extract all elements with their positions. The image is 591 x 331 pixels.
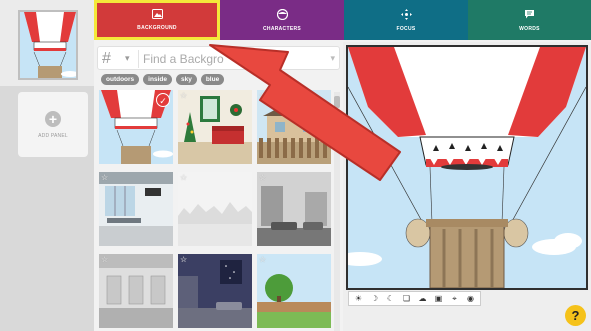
background-white-city[interactable]: ☆: [178, 172, 252, 246]
crosshair-icon[interactable]: ⌖: [447, 293, 462, 305]
background-tree-fence[interactable]: ☆: [257, 254, 331, 328]
tab-background[interactable]: BACKGROUND: [94, 0, 220, 40]
add-panel-label: ADD PANEL: [38, 132, 68, 139]
star-icon[interactable]: ☆: [101, 173, 108, 182]
search-input[interactable]: [143, 49, 323, 69]
preview-toolbar: ☀ ☽ ☾ ❏ ☁ ▣ ⌖ ◉: [348, 291, 481, 306]
background-hallway[interactable]: ☆: [99, 254, 173, 328]
background-grid: ✓ ☆ ☆ ☆ ☆ ☆ ☆ ☆ ☆: [99, 90, 333, 331]
star-icon[interactable]: ☆: [180, 173, 187, 182]
hashtag-icon[interactable]: #: [102, 50, 111, 68]
image-icon: [151, 9, 163, 23]
background-christmas-room[interactable]: ☆: [178, 90, 252, 164]
tab-words-label: WORDS: [519, 25, 540, 32]
background-gray-street[interactable]: ☆: [257, 172, 331, 246]
panel-preview[interactable]: [346, 45, 588, 290]
search-bar: # ▾ ▾: [97, 46, 340, 70]
star-icon[interactable]: ☆: [259, 91, 266, 100]
add-panel-button[interactable]: + ADD PANEL: [18, 92, 88, 157]
plus-icon: +: [45, 110, 61, 127]
tab-words[interactable]: WORDS: [468, 0, 591, 40]
background-night-city[interactable]: ☆: [178, 254, 252, 328]
tag-blue[interactable]: blue: [200, 74, 225, 85]
speech-bubble-icon: [524, 9, 535, 24]
tab-background-label: BACKGROUND: [137, 25, 177, 31]
moon-icon[interactable]: ☽: [367, 293, 382, 305]
background-hot-air-balloon[interactable]: ✓: [99, 90, 173, 164]
check-icon: ✓: [156, 93, 170, 107]
copy-icon[interactable]: ❏: [399, 293, 414, 305]
focus-icon: [400, 8, 412, 24]
tab-focus[interactable]: FOCUS: [344, 0, 468, 40]
tag-inside[interactable]: inside: [143, 74, 172, 85]
crescent-icon[interactable]: ☾: [383, 293, 398, 305]
tab-characters[interactable]: CHARACTERS: [220, 0, 344, 40]
chevron-down-icon[interactable]: ▾: [330, 53, 335, 64]
image-icon[interactable]: ▣: [431, 293, 446, 305]
tab-characters-label: CHARACTERS: [263, 25, 301, 32]
tab-focus-label: FOCUS: [396, 25, 416, 32]
grid-scrollbar[interactable]: [334, 92, 340, 331]
panel-thumbnail[interactable]: [18, 10, 78, 80]
star-icon[interactable]: ☆: [180, 255, 187, 264]
app-window: + ADD PANEL BACKGROUND CHARACTERS FOCUS: [0, 0, 591, 331]
cloud-icon[interactable]: ☁: [415, 293, 430, 305]
tag-sky[interactable]: sky: [175, 74, 197, 85]
tab-bar: BACKGROUND CHARACTERS FOCUS WORDS: [94, 0, 591, 40]
camera-icon[interactable]: ◉: [463, 293, 478, 305]
tag-outdoors[interactable]: outdoors: [101, 74, 140, 85]
character-icon: [276, 8, 288, 24]
star-icon[interactable]: ☆: [180, 91, 187, 100]
help-button[interactable]: ?: [565, 305, 586, 326]
sun-icon[interactable]: ☀: [351, 293, 366, 305]
star-icon[interactable]: ☆: [101, 255, 108, 264]
star-icon[interactable]: ☆: [259, 173, 266, 182]
divider: [138, 50, 139, 68]
panels-sidebar: + ADD PANEL: [0, 0, 94, 331]
star-icon[interactable]: ☆: [259, 255, 266, 264]
chevron-down-icon[interactable]: ▾: [125, 53, 130, 64]
background-house-fence[interactable]: ☆: [257, 90, 331, 164]
tag-list: outdoors inside sky blue: [101, 74, 225, 85]
scroll-thumb[interactable]: [334, 96, 340, 108]
preview-area: ☀ ☽ ☾ ❏ ☁ ▣ ⌖ ◉: [343, 42, 591, 331]
background-airport[interactable]: ☆: [99, 172, 173, 246]
